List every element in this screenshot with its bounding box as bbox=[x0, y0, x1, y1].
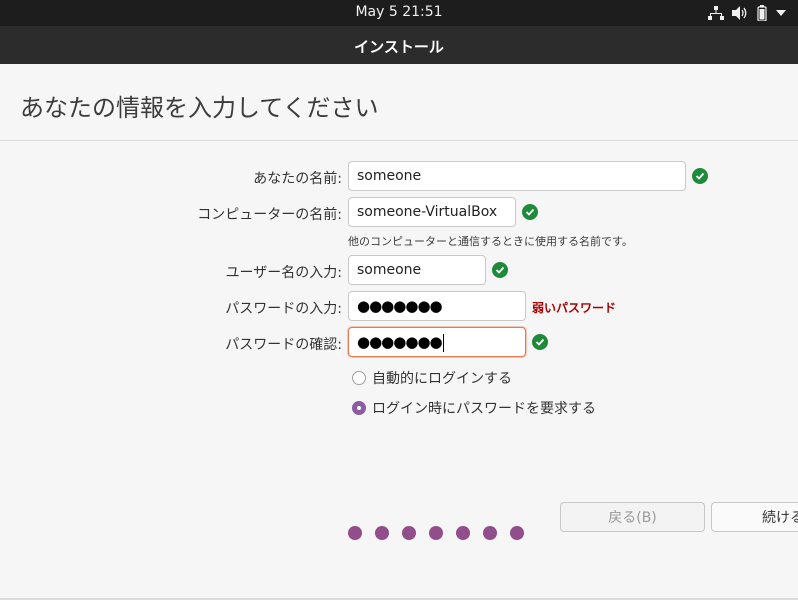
name-valid-check-icon bbox=[692, 168, 708, 184]
require-password-option[interactable]: ログイン時にパスワードを要求する bbox=[352, 398, 596, 418]
name-label: あなたの名前: bbox=[253, 171, 342, 187]
continue-button[interactable]: 続ける bbox=[711, 502, 798, 532]
computer-name-valid-check-icon bbox=[522, 204, 538, 220]
username-valid-check-icon bbox=[492, 262, 508, 278]
page-heading: あなたの情報を入力してください bbox=[20, 94, 379, 122]
progress-dot bbox=[510, 526, 524, 540]
progress-dot bbox=[429, 526, 443, 540]
name-input-value: someone bbox=[357, 168, 422, 184]
heading-divider bbox=[0, 140, 798, 141]
auto-login-label: 自動的にログインする bbox=[372, 371, 512, 387]
confirm-password-label: パスワードの確認: bbox=[225, 337, 342, 353]
username-label: ユーザー名の入力: bbox=[225, 265, 342, 281]
auto-login-option[interactable]: 自動的にログインする bbox=[352, 368, 512, 388]
progress-dot bbox=[456, 526, 470, 540]
require-password-radio[interactable] bbox=[352, 401, 366, 415]
installer-content: あなたの情報を入力してください あなたの名前: someone コンピューターの… bbox=[0, 64, 798, 600]
volume-icon[interactable] bbox=[732, 6, 748, 20]
network-icon[interactable] bbox=[708, 6, 724, 20]
confirm-password-valid-check-icon bbox=[532, 334, 548, 350]
window-title: インストール bbox=[354, 38, 444, 56]
window-titlebar: インストール bbox=[0, 26, 798, 64]
password-input[interactable]: ●●●●●●● bbox=[348, 291, 526, 321]
progress-dot bbox=[375, 526, 389, 540]
computer-name-hint: 他のコンピューターと通信するときに使用する名前です。 bbox=[348, 235, 633, 248]
username-input[interactable]: someone bbox=[348, 255, 486, 285]
username-input-value: someone bbox=[357, 262, 422, 278]
battery-icon[interactable] bbox=[756, 5, 768, 21]
confirm-password-input[interactable]: ●●●●●●● bbox=[348, 327, 526, 357]
system-top-bar: May 5 21:51 bbox=[0, 0, 798, 26]
back-button[interactable]: 戻る(B) bbox=[560, 502, 705, 532]
computer-name-input-value: someone-VirtualBox bbox=[357, 204, 498, 220]
system-tray[interactable] bbox=[708, 5, 786, 21]
computer-name-label: コンピューターの名前: bbox=[197, 207, 342, 223]
auto-login-radio[interactable] bbox=[352, 371, 366, 385]
text-cursor bbox=[442, 334, 444, 352]
computer-name-input[interactable]: someone-VirtualBox bbox=[348, 197, 516, 227]
confirm-password-input-value: ●●●●●●● bbox=[357, 333, 443, 351]
system-menu-arrow-icon[interactable] bbox=[776, 10, 786, 16]
password-strength-warning: 弱いパスワード bbox=[532, 301, 617, 315]
progress-dot bbox=[402, 526, 416, 540]
clock[interactable]: May 5 21:51 bbox=[0, 4, 798, 20]
progress-dot bbox=[483, 526, 497, 540]
install-progress-dots bbox=[348, 526, 524, 540]
password-label: パスワードの入力: bbox=[225, 301, 342, 317]
progress-dot bbox=[348, 526, 362, 540]
name-input[interactable]: someone bbox=[348, 161, 686, 191]
require-password-label: ログイン時にパスワードを要求する bbox=[372, 401, 596, 417]
password-input-value: ●●●●●●● bbox=[357, 297, 443, 315]
